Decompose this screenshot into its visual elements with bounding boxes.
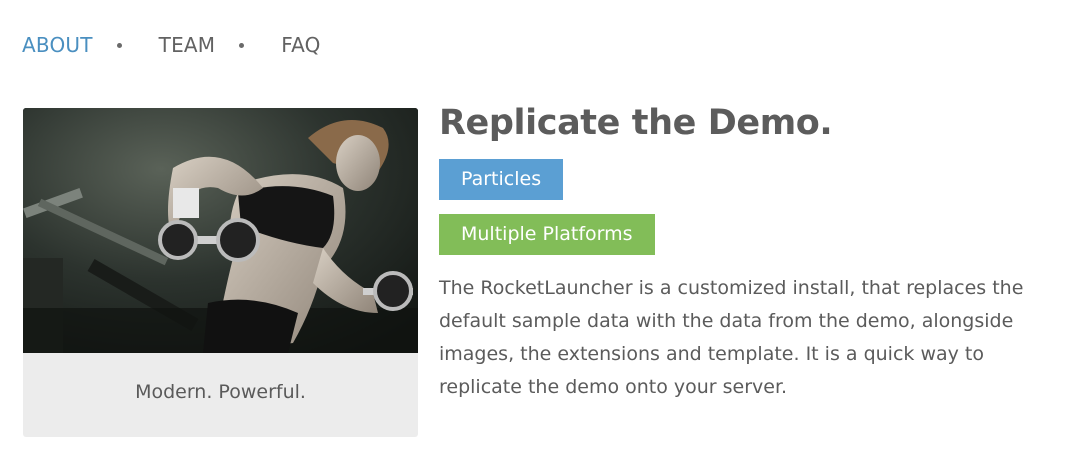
tab-team[interactable]: TEAM — [159, 33, 216, 57]
main-content: Replicate the Demo. Particles Multiple P… — [439, 100, 1059, 404]
separator-dot — [239, 42, 245, 48]
tab-nav: ABOUT TEAM FAQ — [22, 33, 321, 57]
separator-dot — [116, 42, 122, 48]
tab-about[interactable]: ABOUT — [22, 33, 93, 57]
image-card: Modern. Powerful. — [23, 108, 418, 437]
page-title: Replicate the Demo. — [439, 103, 833, 143]
tab-faq[interactable]: FAQ — [281, 33, 320, 57]
description: The RocketLauncher is a customized insta… — [439, 277, 1024, 398]
photo-illustration — [23, 108, 418, 353]
card-caption: Modern. Powerful. — [135, 381, 306, 403]
fitness-photo — [23, 108, 418, 353]
badge-multiple-platforms: Multiple Platforms — [439, 214, 655, 255]
badge-particles: Particles — [439, 159, 564, 200]
